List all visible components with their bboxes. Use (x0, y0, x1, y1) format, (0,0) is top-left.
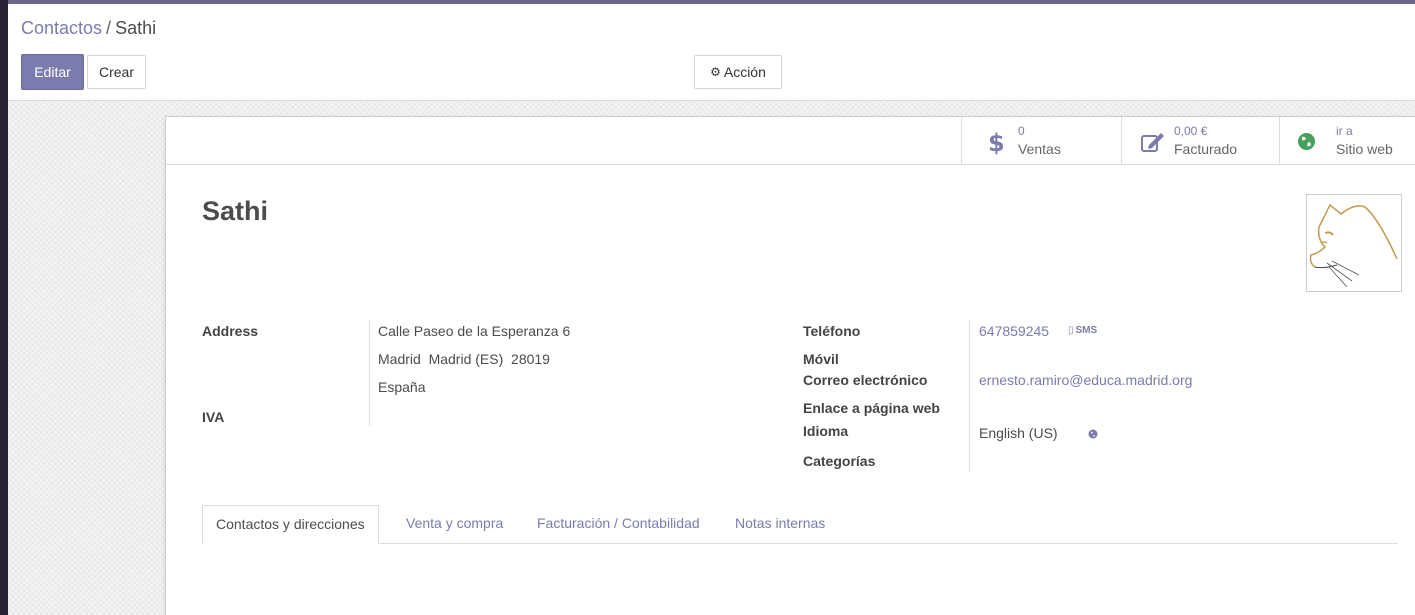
email-link[interactable]: ernesto.ramiro@educa.madrid.org (979, 372, 1192, 388)
invoiced-value: 0,00 € (1174, 124, 1208, 138)
avatar[interactable] (1306, 194, 1402, 292)
language-globe-icon[interactable] (1088, 429, 1098, 439)
cat-avatar-image (1309, 203, 1398, 288)
notebook-tabs: Contactos y direcciones Venta y compra F… (202, 505, 1398, 544)
breadcrumb-contacts-link[interactable]: Contactos (21, 18, 102, 38)
sales-stat-button[interactable]: $ 0 Ventas (961, 117, 1121, 164)
address-street: Calle Paseo de la Esperanza 6 (378, 323, 571, 339)
mobile-label: Móvil (803, 351, 839, 367)
address-city: Madrid Madrid (ES) 28019 (378, 351, 550, 367)
action-button[interactable]: ⚙ Acción (694, 55, 782, 89)
edit-icon (1141, 133, 1164, 152)
phone-label: Teléfono (803, 323, 861, 339)
website-field-label: Enlace a página web (803, 400, 940, 416)
sms-label: SMS (1075, 325, 1098, 336)
tab-contacts-addresses[interactable]: Contactos y direcciones (202, 505, 379, 544)
website-label: Sitio web (1336, 141, 1393, 157)
svg-text:$: $ (988, 129, 1003, 155)
website-value: ir a (1336, 124, 1353, 138)
stat-button-box: $ 0 Ventas 0,00 € Facturado ir a Sitio w… (166, 117, 1415, 165)
dollar-icon: $ (988, 129, 1003, 155)
language-value: English (US) (979, 425, 1058, 441)
form-sheet: $ 0 Ventas 0,00 € Facturado ir a Sitio w… (165, 116, 1415, 615)
mobile-icon: ▯ (1068, 325, 1074, 336)
tab-internal-notes[interactable]: Notas internas (722, 505, 838, 543)
language-label: Idioma (803, 423, 849, 439)
categories-label: Categorías (803, 453, 876, 469)
sales-value: 0 (1018, 124, 1025, 138)
right-group-separator (969, 320, 970, 472)
address-country: España (378, 379, 426, 395)
breadcrumb: Contactos / Sathi (21, 18, 156, 39)
tab-sales-purchase[interactable]: Venta y compra (393, 505, 516, 543)
website-stat-button[interactable]: ir a Sitio web (1279, 117, 1415, 164)
globe-icon (1298, 133, 1315, 150)
phone-link[interactable]: 647859245 (979, 323, 1049, 339)
action-button-label: Acción (723, 64, 766, 80)
address-label: Address (202, 323, 259, 339)
breadcrumb-current: Sathi (115, 18, 157, 38)
invoiced-label: Facturado (1174, 141, 1238, 157)
email-label: Correo electrónico (803, 372, 928, 388)
create-button[interactable]: Crear (87, 55, 146, 89)
vat-label: IVA (202, 409, 225, 425)
edit-button[interactable]: Editar (21, 54, 84, 90)
app-page: Contactos / Sathi Editar Crear ⚙ Acción $ … (8, 0, 1415, 615)
tab-invoicing[interactable]: Facturación / Contabilidad (524, 505, 713, 543)
contact-name: Sathi (202, 196, 269, 226)
breadcrumb-separator: / (106, 18, 112, 38)
sales-label: Ventas (1018, 141, 1061, 157)
gear-icon: ⚙ (710, 65, 721, 79)
control-panel: Contactos / Sathi Editar Crear ⚙ Acción (8, 4, 1415, 101)
invoiced-stat-button[interactable]: 0,00 € Facturado (1121, 117, 1279, 164)
sms-button[interactable]: ▯ SMS (1068, 325, 1097, 336)
left-group-separator (369, 320, 370, 426)
